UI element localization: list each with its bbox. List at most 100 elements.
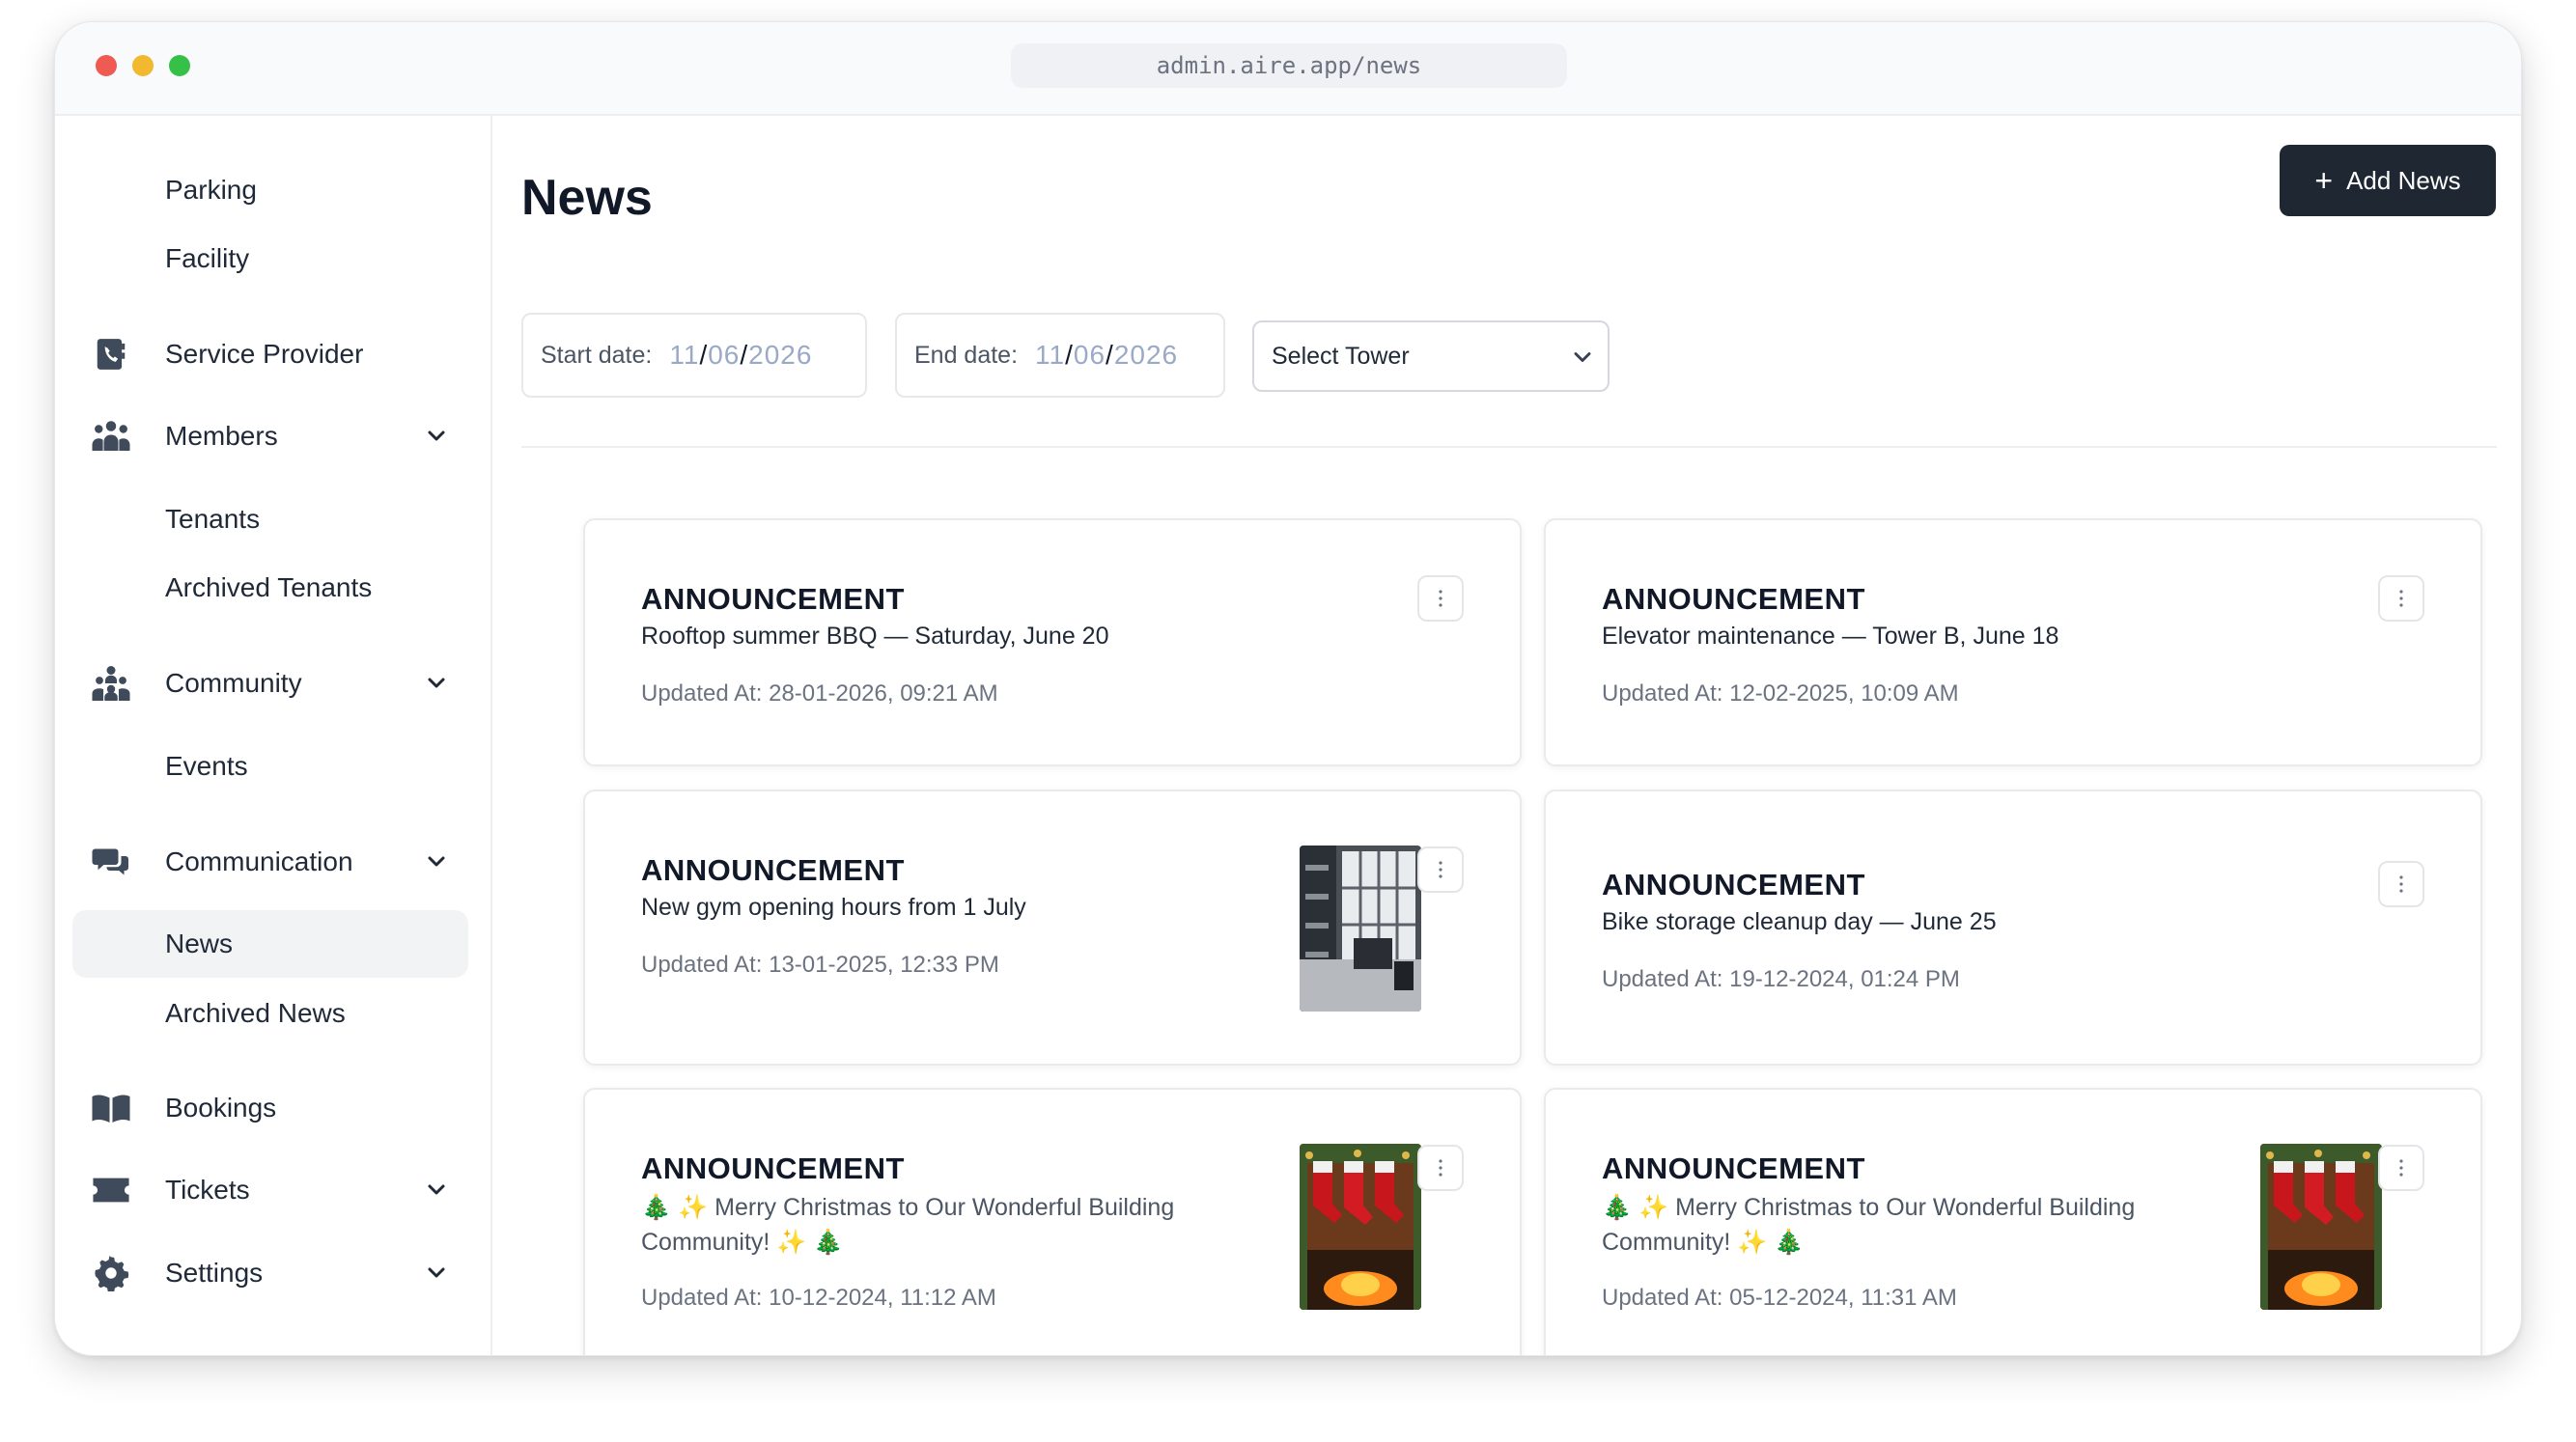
more-vertical-icon [2399,1159,2403,1177]
chevron-down-icon [1569,344,1596,371]
card-menu-button[interactable] [2378,861,2424,907]
news-title: Rooftop summer BBQ — Saturday, June 20 [641,623,1109,650]
sidebar: Parking Facility Service Provider Member… [55,116,492,1355]
chevron-down-icon[interactable] [422,1259,451,1288]
browser-window: admin.aire.app/news Parking Facility Ser… [54,21,2522,1356]
sidebar-item-news[interactable]: News [72,910,468,978]
ticket-icon [90,1169,132,1211]
sidebar-item-label: News [165,929,234,958]
sidebar-item-label: Parking [165,175,257,205]
end-date-year: 2026 [1113,340,1179,370]
sidebar-item-archived-tenants[interactable]: Archived Tenants [72,554,468,622]
news-thumbnail [1300,846,1421,1012]
sidebar-item-label: Tenants [165,504,261,534]
news-card[interactable]: ANNOUNCEMENT New gym opening hours from … [583,790,1522,1066]
sidebar-item-members[interactable]: Members [72,402,468,470]
sidebar-item-tickets[interactable]: Tickets [72,1156,468,1224]
sidebar-item-facility[interactable]: Facility [72,225,468,292]
start-date-label: Start date: [541,341,653,369]
sidebar-item-events[interactable]: Events [72,733,468,800]
news-updated: Updated At: 12-02-2025, 10:09 AM [1602,680,1959,707]
tower-select[interactable]: Select Tower [1252,320,1610,392]
news-updated: Updated At: 05-12-2024, 11:31 AM [1602,1285,1957,1311]
end-date-label: End date: [914,341,1019,369]
sidebar-item-label: Members [165,421,278,451]
main-content: News + Add News Start date: 11/06/2026 E… [492,116,2521,1355]
news-updated: Updated At: 13-01-2025, 12:33 PM [641,952,999,978]
sidebar-item-communication[interactable]: Communication [72,828,468,896]
news-card[interactable]: ANNOUNCEMENT Rooftop summer BBQ — Saturd… [583,518,1522,766]
news-kind: ANNOUNCEMENT [641,582,905,616]
chevron-down-icon[interactable] [422,1176,451,1205]
sidebar-item-settings[interactable]: Settings [72,1239,468,1307]
sidebar-item-label: Bookings [165,1093,277,1123]
book-icon [90,1087,132,1129]
community-icon [90,662,132,705]
more-vertical-icon [2399,875,2403,893]
sidebar-item-label: Service Provider [165,339,364,369]
end-date-day: 11 [1035,340,1066,370]
address-bar[interactable]: admin.aire.app/news [1011,43,1567,88]
card-menu-button[interactable] [1417,846,1464,893]
card-menu-button[interactable] [2378,575,2424,622]
more-vertical-icon [1439,1159,1442,1177]
sidebar-item-community[interactable]: Community [72,650,468,717]
add-news-button[interactable]: + Add News [2280,145,2496,216]
start-date-day: 11 [669,340,700,370]
sidebar-item-label: Communication [165,846,353,876]
news-thumbnail [2260,1144,2382,1310]
news-kind: ANNOUNCEMENT [641,1151,905,1185]
sidebar-item-parking[interactable]: Parking [72,156,468,224]
sidebar-item-service-provider[interactable]: Service Provider [72,320,468,388]
plus-icon: + [2314,163,2334,198]
news-card[interactable]: ANNOUNCEMENT 🎄 ✨ Merry Christmas to Our … [1544,1088,2482,1355]
news-kind: ANNOUNCEMENT [641,853,905,887]
members-icon [90,415,132,458]
news-kind: ANNOUNCEMENT [1602,1151,1865,1185]
news-thumbnail [1300,1144,1421,1310]
title-bar: admin.aire.app/news [55,22,2521,116]
page-title: News [521,170,653,226]
news-kind: ANNOUNCEMENT [1602,582,1865,616]
card-menu-button[interactable] [1417,1145,1464,1191]
more-vertical-icon [1439,861,1442,878]
tower-select-value: Select Tower [1272,342,1410,370]
more-vertical-icon [2399,590,2403,607]
news-card[interactable]: ANNOUNCEMENT Elevator maintenance — Towe… [1544,518,2482,766]
sidebar-item-label: Events [165,751,248,781]
add-news-label: Add News [2346,165,2461,195]
more-vertical-icon [1439,590,1442,607]
sidebar-item-label: Facility [165,243,250,273]
sidebar-item-label: Archived News [165,998,346,1028]
maximize-window-button[interactable] [169,55,190,76]
news-title: 🎄 ✨ Merry Christmas to Our Wonderful Bui… [1602,1194,2136,1256]
gear-icon [90,1252,132,1294]
minimize-window-button[interactable] [132,55,154,76]
sidebar-item-label: Settings [165,1258,264,1288]
start-date-field[interactable]: Start date: 11/06/2026 [521,313,867,398]
news-updated: Updated At: 10-12-2024, 11:12 AM [641,1285,996,1311]
end-date-value[interactable]: 11/06/2026 [1035,340,1178,371]
sidebar-item-archived-news[interactable]: Archived News [72,980,468,1047]
sidebar-item-tenants[interactable]: Tenants [72,485,468,553]
sidebar-item-label: Archived Tenants [165,572,373,602]
card-menu-button[interactable] [2378,1145,2424,1191]
chevron-down-icon[interactable] [422,669,451,698]
news-card[interactable]: ANNOUNCEMENT 🎄 ✨ Merry Christmas to Our … [583,1088,1522,1355]
sidebar-item-label: Community [165,668,302,698]
news-title: Bike storage cleanup day — June 25 [1602,908,1997,935]
filter-divider [521,446,2497,448]
news-card[interactable]: ANNOUNCEMENT Bike storage cleanup day — … [1544,790,2482,1066]
news-title: Elevator maintenance — Tower B, June 18 [1602,623,2059,650]
close-window-button[interactable] [96,55,117,76]
end-date-field[interactable]: End date: 11/06/2026 [895,313,1225,398]
chevron-down-icon[interactable] [422,422,451,451]
sidebar-item-bookings[interactable]: Bookings [72,1074,468,1142]
start-date-year: 2026 [748,340,813,370]
end-date-month: 06 [1073,340,1106,370]
card-menu-button[interactable] [1417,575,1464,622]
chevron-down-icon[interactable] [422,847,451,876]
news-title: 🎄 ✨ Merry Christmas to Our Wonderful Bui… [641,1194,1175,1256]
news-updated: Updated At: 28-01-2026, 09:21 AM [641,680,998,707]
start-date-value[interactable]: 11/06/2026 [669,340,812,371]
